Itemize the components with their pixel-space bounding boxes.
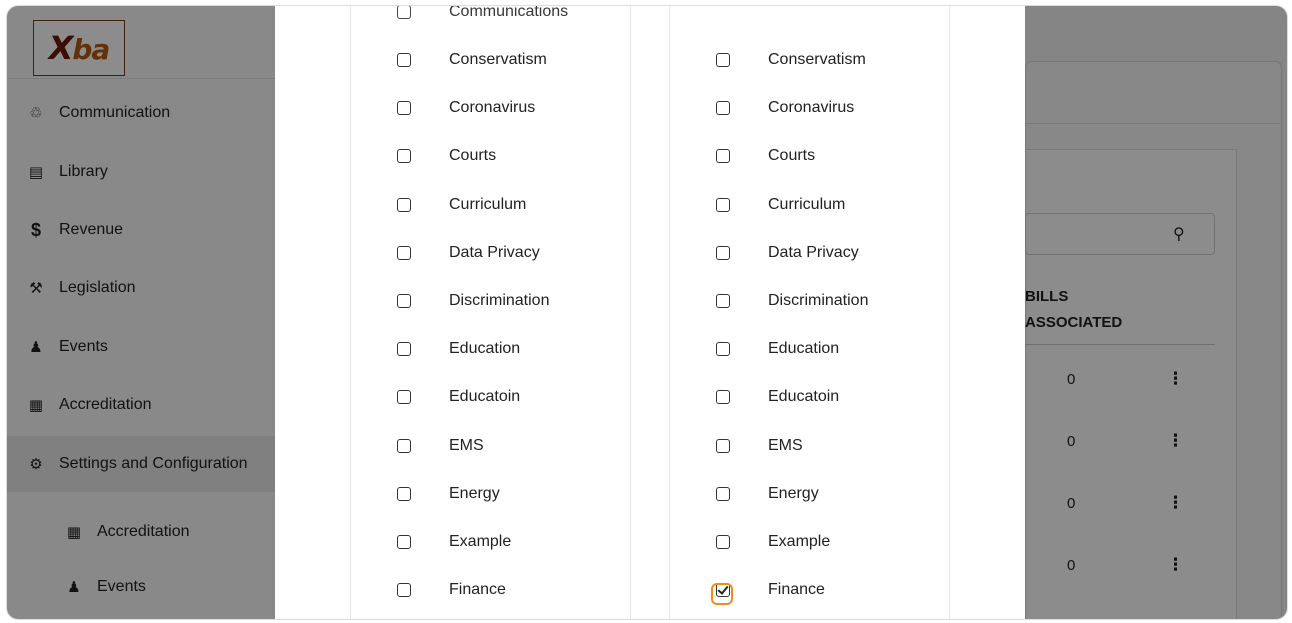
- tag-selection-modal: Communications Conservatism Coronavirus Cou…: [275, 6, 1025, 619]
- checkbox-label: Conservatism: [768, 51, 866, 68]
- checkbox-label: Educatoin: [449, 388, 521, 406]
- checkbox-label: Energy: [449, 484, 500, 502]
- checkbox-option-courts[interactable]: Courts: [716, 144, 815, 168]
- checkbox[interactable]: [716, 294, 730, 308]
- checkbox-option-curriculum[interactable]: Curriculum: [716, 193, 845, 217]
- column-border: [949, 6, 950, 619]
- checkbox[interactable]: [716, 53, 730, 67]
- column-border: [630, 6, 631, 619]
- checkbox-option-education[interactable]: Education: [397, 337, 520, 361]
- checkbox-option-energy[interactable]: Energy: [716, 482, 819, 506]
- checkbox[interactable]: [397, 390, 411, 405]
- checkbox-label: Data Privacy: [768, 243, 859, 261]
- checkbox-label: Conservatism: [449, 51, 547, 68]
- checkbox-option-communications[interactable]: Communications: [397, 5, 569, 24]
- checkbox-option-finance[interactable]: Finance: [711, 578, 825, 606]
- checkbox-label: Educatoin: [768, 388, 840, 406]
- app-window: Xba ♲ Communication ▤ Library $ Revenue …: [6, 5, 1288, 620]
- checkbox[interactable]: [397, 342, 411, 357]
- checkbox-label: Finance: [768, 581, 825, 599]
- checkbox-option-ems[interactable]: EMS: [397, 434, 484, 458]
- checkbox-option-discrimination[interactable]: Discrimination: [397, 289, 549, 313]
- checkbox[interactable]: [716, 535, 730, 549]
- checkbox[interactable]: [397, 486, 411, 501]
- checkbox[interactable]: [716, 390, 730, 405]
- checkbox-option-example[interactable]: Example: [397, 530, 511, 554]
- checkbox-option-finance[interactable]: Finance: [397, 578, 506, 602]
- checkbox[interactable]: [397, 583, 411, 598]
- checkbox[interactable]: [397, 294, 411, 308]
- checkbox-label: Courts: [768, 147, 816, 165]
- checkbox-option-discrimination[interactable]: Discrimination: [716, 289, 868, 313]
- checkbox[interactable]: [397, 53, 411, 67]
- checkbox-label: Education: [768, 340, 840, 358]
- checkbox-option-conservatism[interactable]: Conservatism: [716, 48, 866, 72]
- checkbox[interactable]: [716, 438, 730, 453]
- checkbox-label: Energy: [768, 484, 819, 502]
- checkbox-label: EMS: [768, 436, 803, 454]
- checkbox[interactable]: [397, 535, 411, 549]
- checkbox[interactable]: [397, 101, 411, 116]
- column-border: [350, 6, 351, 619]
- checkbox[interactable]: [397, 149, 411, 164]
- checkbox-option-educatoin[interactable]: Educatoin: [397, 385, 520, 409]
- checkbox[interactable]: [397, 245, 411, 260]
- checkbox-label: Example: [768, 533, 831, 550]
- checkbox-option-coronavirus[interactable]: Coronavirus: [716, 96, 854, 120]
- checkbox-label: Education: [449, 340, 521, 358]
- checkbox-option-curriculum[interactable]: Curriculum: [397, 193, 526, 217]
- checkbox-label: Data Privacy: [449, 243, 540, 261]
- checkbox-option-ems[interactable]: EMS: [716, 434, 803, 458]
- checkbox[interactable]: [716, 197, 730, 212]
- checkbox-label: Example: [449, 533, 512, 550]
- checkbox[interactable]: [716, 101, 730, 116]
- checkbox-label: Courts: [449, 147, 497, 165]
- checkbox[interactable]: [397, 6, 411, 19]
- checkbox-label: Finance: [449, 581, 506, 599]
- checkbox-label: Discrimination: [449, 292, 550, 309]
- checkbox-label: Discrimination: [768, 292, 869, 309]
- checkbox[interactable]: [397, 438, 411, 453]
- focus-highlight: [711, 583, 733, 606]
- checkbox-label: Coronavirus: [768, 99, 855, 117]
- checkbox-label: Coronavirus: [449, 99, 536, 117]
- checkbox-checked[interactable]: [711, 583, 733, 606]
- checkbox-option-energy[interactable]: Energy: [397, 482, 500, 506]
- checkbox[interactable]: [716, 245, 730, 260]
- checkbox[interactable]: [716, 149, 730, 164]
- checkbox-option-coronavirus[interactable]: Coronavirus: [397, 96, 535, 120]
- checkbox-option-data-privacy[interactable]: Data Privacy: [716, 241, 859, 265]
- checkbox-label: Curriculum: [449, 195, 527, 213]
- checkbox-label: Curriculum: [768, 195, 846, 213]
- column-border: [669, 6, 670, 619]
- checkbox-option-data-privacy[interactable]: Data Privacy: [397, 241, 540, 265]
- checkbox[interactable]: [716, 342, 730, 357]
- checkbox-option-courts[interactable]: Courts: [397, 144, 496, 168]
- checkbox-label: Communications: [449, 5, 569, 20]
- checkbox-option-conservatism[interactable]: Conservatism: [397, 48, 547, 72]
- checkbox-label: EMS: [449, 436, 484, 454]
- checkbox[interactable]: [397, 197, 411, 212]
- checkbox-option-example[interactable]: Example: [716, 530, 830, 554]
- checkbox-option-educatoin[interactable]: Educatoin: [716, 385, 839, 409]
- checkbox[interactable]: [716, 486, 730, 501]
- checkbox-option-education[interactable]: Education: [716, 337, 839, 361]
